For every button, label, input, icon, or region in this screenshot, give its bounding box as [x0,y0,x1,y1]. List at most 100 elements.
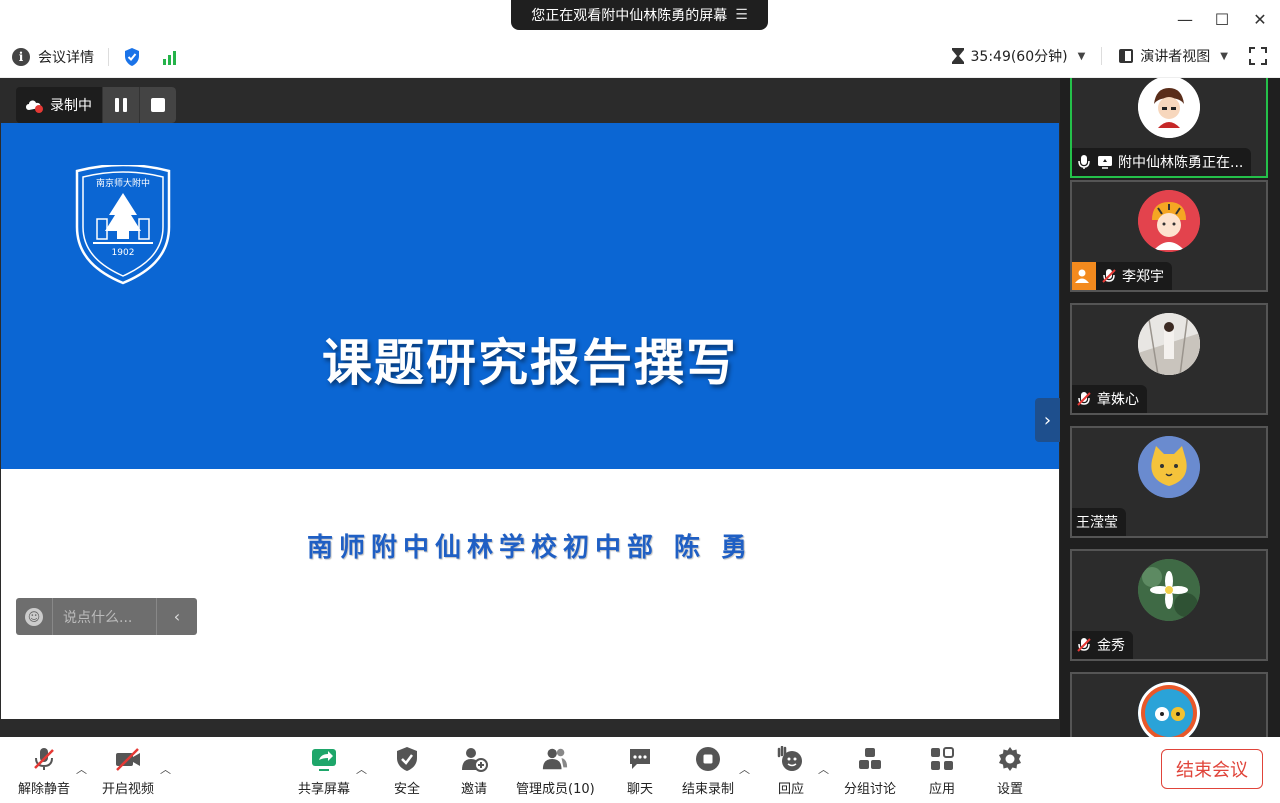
chevron-up-icon[interactable]: ︿ [818,761,829,777]
members-icon [541,745,569,773]
info-icon[interactable]: i [12,48,30,66]
participant-name-tag: 金秀 [1072,631,1133,659]
participant-tile[interactable]: 王滢莹 [1070,426,1268,538]
recording-label: 录制中 [50,98,92,114]
security-shield-icon[interactable] [123,47,141,67]
participant-name: 章姝心 [1097,392,1139,408]
stop-record-icon [694,745,722,773]
view-mode-button[interactable]: 演讲者视图 ▼ [1118,46,1228,66]
security-label: 安全 [393,782,420,797]
pause-icon [115,98,127,112]
muted-microphone-icon [1077,392,1091,406]
manage-members-label: 管理成员(10) [516,782,595,797]
meeting-timer[interactable]: 35:49(60分钟) ▼ [951,46,1086,66]
user-icon [1075,269,1089,283]
maximize-button[interactable]: ☐ [1207,6,1237,32]
stop-recording-button[interactable] [139,87,176,123]
recording-status: 录制中 [16,87,102,123]
participant-tile[interactable] [1070,672,1268,737]
breakout-label: 分组讨论 [844,782,897,797]
participant-name: 金秀 [1097,638,1125,654]
cartoon-avatar [1138,78,1200,138]
chevron-up-icon[interactable]: ︿ [160,761,171,777]
breakout-rooms-button[interactable]: 分组讨论 [844,745,896,797]
security-button[interactable]: 安全 [393,745,421,797]
minimize-button[interactable]: — [1170,6,1200,32]
chat-button[interactable]: 聊天 [626,745,654,797]
collapse-chat-button[interactable]: ‹ [157,607,197,626]
participant-name-tag: 王滢莹 [1072,508,1126,536]
screen-share-icon [1098,156,1112,169]
chat-bubble-icon [626,745,654,773]
title-bar: 您正在观看附中仙林陈勇的屏幕 ☰ — ☐ ✕ [0,0,1280,38]
muted-microphone-icon [30,745,58,773]
close-button[interactable]: ✕ [1245,6,1275,32]
pause-recording-button[interactable] [102,87,139,123]
slide-header-band: 南京师大附中 1902 课题研究报告撰写 [1,123,1059,469]
octonauts-avatar [1138,682,1200,737]
timer-text: 35:49(60分钟) [970,49,1068,65]
participant-name: 李郑宇 [1122,269,1164,285]
chevron-up-icon[interactable]: ︿ [739,761,750,777]
reaction-hand-icon [777,745,805,773]
quick-chat-input[interactable]: 说点什么... [52,598,157,635]
menu-icon[interactable]: ☰ [735,7,748,23]
participant-tile[interactable]: 章姝心 [1070,303,1268,415]
meeting-toolbar: 解除静音 ︿ 开启视频 ︿ 共享屏幕 ︿ 安全 邀请 管理成员(10) 聊天 结… [0,737,1280,803]
muted-microphone-icon [1102,269,1116,283]
collapse-panel-button[interactable]: › [1035,398,1060,442]
fullscreen-icon[interactable] [1248,46,1268,66]
chevron-down-icon[interactable]: ▼ [1078,51,1086,62]
invite-label: 邀请 [460,782,487,797]
muted-microphone-icon [1077,638,1091,652]
photo-avatar [1138,313,1200,375]
microphone-icon [1078,155,1090,169]
network-signal-icon[interactable] [163,49,176,65]
shared-screen-area: 录制中 南京师大附中 1902 课题研究报告撰写 南师附中仙林学校初中部 陈 勇 [0,78,1060,737]
invite-button[interactable]: 邀请 [460,745,488,797]
participant-name-tag: 附中仙林陈勇正在... [1072,148,1252,176]
share-banner[interactable]: 您正在观看附中仙林陈勇的屏幕 ☰ [511,0,768,30]
layout-icon [1119,49,1134,63]
apps-button[interactable]: 应用 [928,745,956,797]
divider [1101,47,1103,65]
start-video-button[interactable]: 开启视频 [102,745,154,797]
participant-tile[interactable]: 金秀 [1070,549,1268,661]
flower-avatar [1138,559,1200,621]
unmute-label: 解除静音 [18,782,71,797]
reactions-label: 回应 [777,782,804,797]
reactions-button[interactable]: 回应 [777,745,805,797]
emoji-button[interactable]: ☺ [16,598,52,635]
logo-top-text: 南京师大附中 [96,177,150,189]
cloud-record-icon [26,100,43,113]
share-banner-text: 您正在观看附中仙林陈勇的屏幕 [531,8,728,24]
participant-name-tag: 章姝心 [1072,385,1147,413]
gear-icon [996,745,1024,773]
apps-label: 应用 [928,782,955,797]
breakout-icon [856,745,884,773]
video-off-icon [114,745,142,773]
end-meeting-button[interactable]: 结束会议 [1161,749,1263,789]
chevron-down-icon: ▼ [1220,50,1228,62]
share-screen-label: 共享屏幕 [298,782,351,797]
participant-tile[interactable]: 附中仙林陈勇正在... [1070,78,1268,178]
share-screen-button[interactable]: 共享屏幕 [298,745,350,797]
manage-members-button[interactable]: 管理成员(10) [516,745,595,797]
participant-name-tag: 李郑宇 [1072,262,1172,290]
logo-year: 1902 [112,248,135,258]
chevron-up-icon[interactable]: ︿ [76,761,87,777]
slide-subtitle: 南师附中仙林学校初中部 陈 勇 [306,533,754,563]
add-user-icon [460,745,488,773]
host-badge [1072,262,1096,290]
stop-icon [151,98,165,112]
chevron-up-icon[interactable]: ︿ [356,761,367,777]
participant-tile[interactable]: 李郑宇 [1070,180,1268,292]
meeting-details-link[interactable]: 会议详情 [38,47,94,67]
hourglass-icon [951,48,964,64]
unmute-button[interactable]: 解除静音 [18,745,70,797]
quick-chat-box: ☺ 说点什么... ‹ [16,598,197,635]
stop-recording-toolbar-button[interactable]: 结束录制 [682,745,734,797]
settings-button[interactable]: 设置 [996,745,1024,797]
participants-panel: 附中仙林陈勇正在... 李郑宇 章姝心 王滢莹 金秀 [1060,78,1280,737]
chevron-right-icon: › [1043,409,1052,431]
